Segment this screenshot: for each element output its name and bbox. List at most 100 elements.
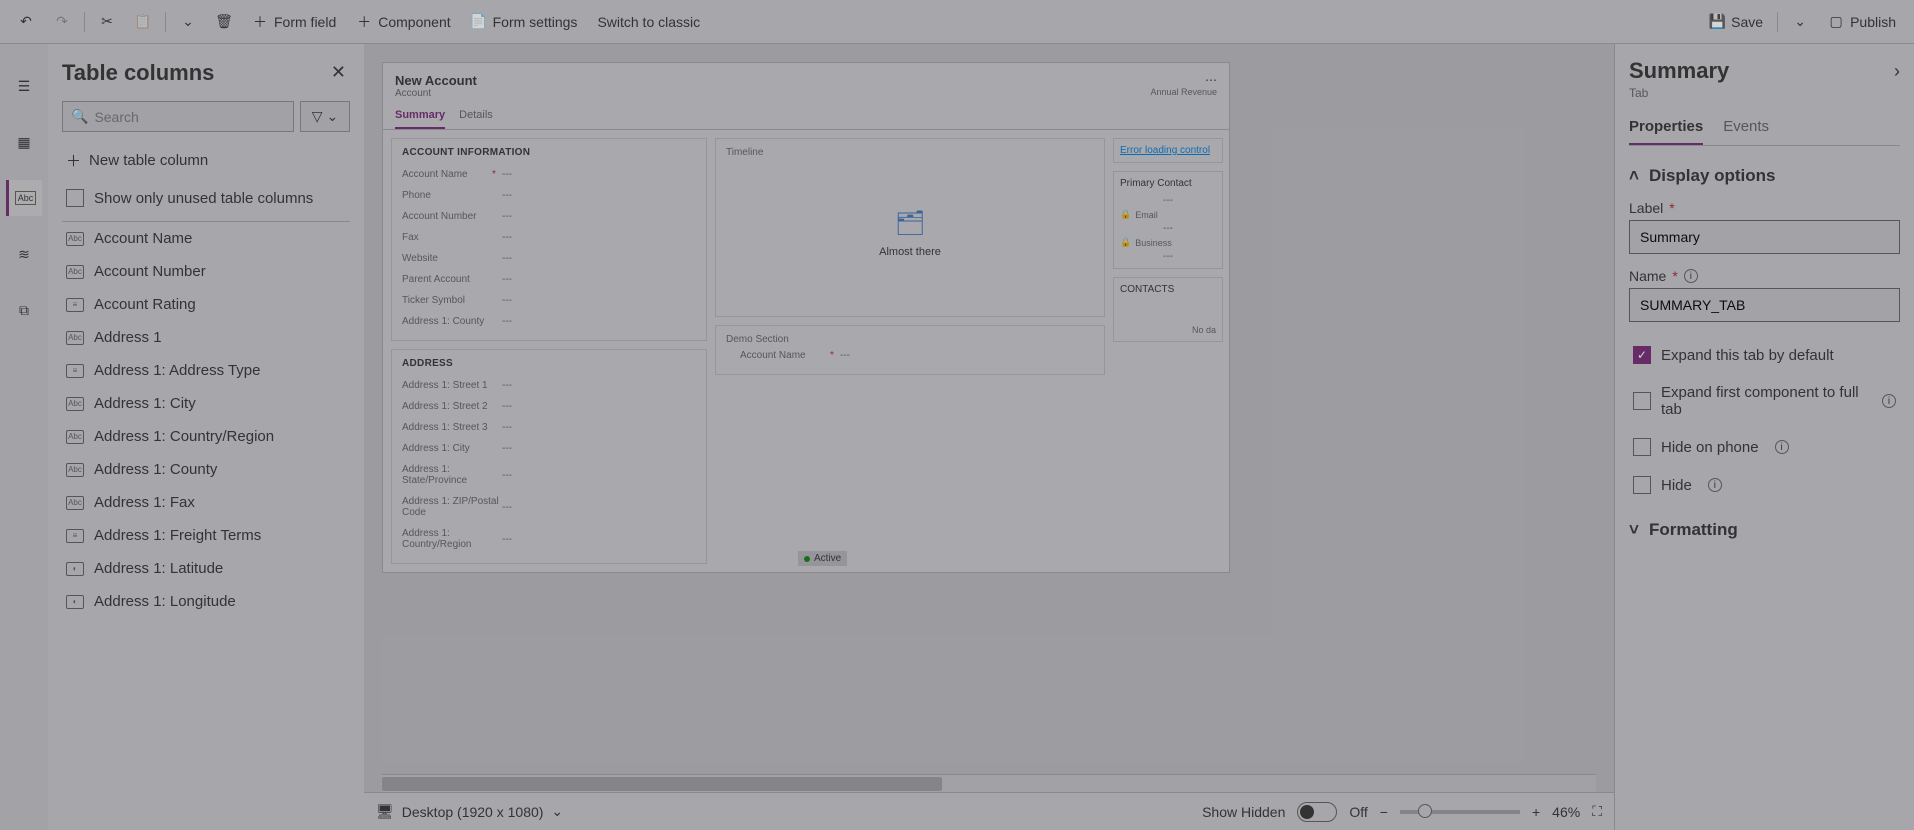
expand-default-checkbox[interactable]: ✓ xyxy=(1633,346,1651,364)
field-value[interactable]: --- xyxy=(502,190,512,201)
column-item[interactable]: AbcAddress 1: Country/Region xyxy=(62,420,344,453)
plus-icon: ＋ xyxy=(66,150,81,171)
info-icon[interactable]: i xyxy=(1882,394,1896,408)
filter-button[interactable]: ▽⌄ xyxy=(300,101,350,132)
undo-button[interactable]: ↶ xyxy=(8,8,44,36)
rail-hamburger-button[interactable]: ☰ xyxy=(6,68,42,104)
delete-button[interactable]: 🗑 xyxy=(206,8,242,36)
section-title: ADDRESS xyxy=(402,358,696,369)
section-address[interactable]: ADDRESS Address 1: Street 1---Address 1:… xyxy=(391,349,707,564)
field-value[interactable]: --- xyxy=(502,380,512,391)
column-item[interactable]: AbcAccount Name xyxy=(62,222,344,255)
form-tab-details[interactable]: Details xyxy=(459,103,493,129)
chevron-down-icon: ⌄ xyxy=(551,803,563,820)
field-value: --- xyxy=(840,350,850,361)
section-error[interactable]: Error loading control xyxy=(1113,138,1223,163)
column-item[interactable]: AbcAddress 1: County xyxy=(62,453,344,486)
new-table-column-button[interactable]: ＋New table column xyxy=(62,142,350,179)
form-preview[interactable]: New Account Account ⋯ Annual Revenue Sum… xyxy=(382,62,1230,573)
canvas-scroll[interactable]: New Account Account ⋯ Annual Revenue Sum… xyxy=(364,44,1614,774)
field-label: Account Name xyxy=(402,169,492,180)
error-link[interactable]: Error loading control xyxy=(1120,145,1210,156)
section-primary-contact[interactable]: Primary Contact --- 🔒Email --- 🔒Business… xyxy=(1113,171,1223,269)
hide-phone-checkbox[interactable] xyxy=(1633,438,1651,456)
field-value[interactable]: --- xyxy=(502,401,512,412)
field-value[interactable]: --- xyxy=(502,232,512,243)
save-chevron[interactable]: ⌄ xyxy=(1782,8,1818,36)
expand-full-checkbox[interactable] xyxy=(1633,392,1651,410)
cut-icon: ✂ xyxy=(99,14,115,30)
section-account-info[interactable]: ACCOUNT INFORMATION Account Name*---Phon… xyxy=(391,138,707,341)
formatting-accordion[interactable]: ˅ Formatting xyxy=(1629,514,1900,546)
show-unused-checkbox[interactable] xyxy=(66,189,84,207)
zoom-out-button[interactable]: − xyxy=(1380,804,1388,820)
field-value[interactable]: --- xyxy=(502,253,512,264)
display-options-accordion[interactable]: ˄ Display options xyxy=(1629,160,1900,192)
cut-button[interactable]: ✂ xyxy=(89,8,125,36)
add-component-button[interactable]: ＋Component xyxy=(346,8,460,36)
column-item[interactable]: ≡Address 1: Address Type xyxy=(62,354,344,387)
zoom-in-button[interactable]: + xyxy=(1532,804,1540,820)
field-value[interactable]: --- xyxy=(502,316,512,327)
form-title: New Account xyxy=(395,73,477,88)
info-icon[interactable]: i xyxy=(1684,269,1698,283)
section-timeline[interactable]: Timeline 🗂 Almost there xyxy=(715,138,1105,317)
rail-tree-button[interactable]: ≋ xyxy=(6,236,42,272)
switch-classic-button[interactable]: Switch to classic xyxy=(587,8,710,36)
section-demo[interactable]: Demo Section Account Name * --- xyxy=(715,325,1105,375)
name-input[interactable] xyxy=(1629,288,1900,322)
properties-panel: Summary › Tab PropertiesEvents ˄ Display… xyxy=(1614,44,1914,830)
search-input-container: 🔍 xyxy=(62,101,294,132)
column-item[interactable]: AbcAddress 1: City xyxy=(62,387,344,420)
column-item[interactable]: AbcAddress 1: Fax xyxy=(62,486,344,519)
canvas-horizontal-scrollbar[interactable] xyxy=(382,774,1596,792)
zoom-slider[interactable] xyxy=(1400,810,1520,814)
publish-button[interactable]: ▢Publish xyxy=(1818,8,1906,36)
field-value[interactable]: --- xyxy=(502,443,512,454)
props-tab-events[interactable]: Events xyxy=(1723,110,1769,145)
close-panel-button[interactable]: ✕ xyxy=(327,58,350,87)
column-item[interactable]: ◐Address 1: Latitude xyxy=(62,552,344,585)
undo-icon: ↶ xyxy=(18,14,34,30)
form-tab-summary[interactable]: Summary xyxy=(395,103,445,129)
fit-to-screen-button[interactable]: ⛶ xyxy=(1592,803,1602,820)
section-contacts[interactable]: CONTACTS No da xyxy=(1113,277,1223,342)
rail-libraries-button[interactable]: ⧉ xyxy=(6,292,42,328)
column-item[interactable]: AbcAddress 1 xyxy=(62,321,344,354)
props-subtitle: Tab xyxy=(1629,86,1900,100)
field-value[interactable]: --- xyxy=(502,422,512,433)
column-item[interactable]: ≡Account Rating xyxy=(62,288,344,321)
switch-classic-label: Switch to classic xyxy=(597,14,700,30)
field-value[interactable]: --- xyxy=(502,211,512,222)
save-button[interactable]: 💾Save xyxy=(1699,8,1773,36)
field-value[interactable]: --- xyxy=(502,534,512,545)
props-tab-properties[interactable]: Properties xyxy=(1629,110,1703,145)
column-item[interactable]: ≡Address 1: Freight Terms xyxy=(62,519,344,552)
column-label: Address 1: Address Type xyxy=(94,362,261,379)
label-input[interactable] xyxy=(1629,220,1900,254)
hide-phone-label: Hide on phone xyxy=(1661,439,1759,456)
form-settings-button[interactable]: 📄Form settings xyxy=(461,8,588,36)
rail-fields-button[interactable]: Abc xyxy=(6,180,42,216)
chevron-right-icon[interactable]: › xyxy=(1894,61,1900,82)
info-icon[interactable]: i xyxy=(1775,440,1789,454)
add-form-field-button[interactable]: ＋Form field xyxy=(242,8,346,36)
field-value[interactable]: --- xyxy=(502,169,512,180)
form-header-more[interactable]: ⋯ xyxy=(1150,73,1217,87)
column-item[interactable]: AbcAccount Number xyxy=(62,255,344,288)
info-icon[interactable]: i xyxy=(1708,478,1722,492)
paste-button[interactable]: 📋 xyxy=(125,8,161,36)
redo-button[interactable]: ↷ xyxy=(44,8,80,36)
rail-components-button[interactable]: ▦ xyxy=(6,124,42,160)
viewport-selector[interactable]: Desktop (1920 x 1080) xyxy=(402,804,544,820)
paste-chevron[interactable]: ⌄ xyxy=(170,8,206,36)
field-value[interactable]: --- xyxy=(502,295,512,306)
lock-icon: 🔒 xyxy=(1120,237,1131,248)
search-input[interactable] xyxy=(94,109,285,125)
show-hidden-toggle[interactable] xyxy=(1297,802,1337,822)
column-item[interactable]: ◐Address 1: Longitude xyxy=(62,585,344,618)
field-value[interactable]: --- xyxy=(502,274,512,285)
hide-checkbox[interactable] xyxy=(1633,476,1651,494)
field-value[interactable]: --- xyxy=(502,502,512,513)
field-value[interactable]: --- xyxy=(502,470,512,481)
